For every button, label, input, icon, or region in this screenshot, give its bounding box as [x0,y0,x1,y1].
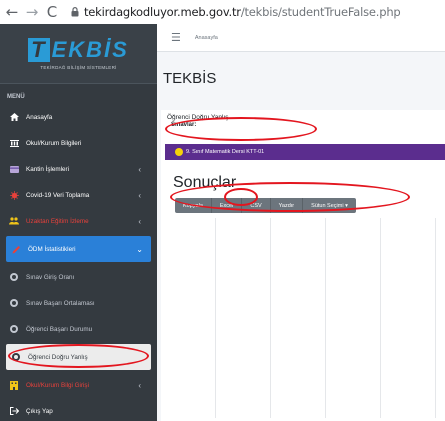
sidebar-item-label: Sınav Başarı Ortalaması [26,299,95,307]
sidebar-item-logout[interactable]: Çıkış Yap [0,398,157,421]
exam-radio-icon [175,148,183,156]
sidebar-item-exam-average[interactable]: Sınav Başarı Ortalaması [0,290,157,316]
building-icon [8,380,20,390]
sidebar-item-label: Öğrenci Başarı Durumu [26,325,93,333]
column-select-button[interactable]: Sütun Seçimi ▾ [303,198,356,213]
hamburger-icon[interactable]: ☰ [171,31,181,44]
people-icon [8,217,20,225]
sidebar-item-exam-entry-rate[interactable]: Sınav Giriş Oranı [0,264,157,290]
table-column-divider [325,218,326,418]
excel-button[interactable]: Excel [212,198,243,213]
sidebar-item-school-data-entry[interactable]: Okul/Kurum Bilgi Girişi ‹ [0,372,157,398]
chevron-down-icon: ⌄ [136,244,143,254]
sidebar-item-odm-statistics[interactable]: ÖDM İstatistikleri ⌄ [6,236,151,262]
chevron-left-icon: ‹ [138,216,141,226]
logo-text: EKBİS [51,37,129,62]
circle-icon [10,273,18,281]
chevron-left-icon: ‹ [138,380,141,390]
menu-header: MENÜ [7,94,25,100]
logout-icon [8,407,20,415]
back-arrow-icon[interactable]: ← [2,0,22,24]
url-host: tekirdagkodluyor.meb.gov.tr [84,5,241,19]
logo[interactable]: T EKBİS TEKİRDAĞ BİLİŞİM SİSTEMLERİ [0,24,157,84]
table-column-divider [380,218,381,418]
virus-icon [8,190,20,200]
content-card: Öğrenci Doğru Yanlış Sınavlar: 9. Sınıf … [161,110,445,421]
sidebar-item-label: Öğrenci Doğru Yanlış [28,353,88,361]
lock-icon[interactable] [68,0,82,24]
chevron-left-icon: ‹ [138,190,141,200]
sidebar-item-label: Uzaktan Eğitim İzleme [26,217,89,225]
sidebar-item-label: Anasayfa [26,113,53,121]
reload-icon[interactable]: C [42,0,62,24]
pencil-icon [10,245,22,254]
card-icon [8,165,20,173]
exam-name: 9. Sınıf Matematik Dersi KTT-01 [186,149,265,155]
circle-icon [12,353,20,361]
url-path: /tekbis/studentTrueFalse.php [240,5,401,19]
sidebar-item-canteen[interactable]: Kantin İşlemleri ‹ [0,156,157,182]
sidebar-item-label: Çıkış Yap [26,407,53,415]
table-column-divider [215,218,216,418]
sidebar-item-label: Kantin İşlemleri [26,165,70,173]
sidebar-item-label: Okul/Kurum Bilgi Girişi [26,381,89,389]
sidebar-item-student-success[interactable]: Öğrenci Başarı Durumu [0,316,157,342]
sidebar-item-label: Covid-19 Veri Toplama [26,191,90,199]
sidebar-item-student-true-false[interactable]: Öğrenci Doğru Yanlış [6,344,151,370]
forward-arrow-icon[interactable]: → [22,0,42,24]
browser-toolbar: ← → C tekirdagkodluyor.meb.gov.tr/tekbis… [0,0,445,24]
sidebar-item-label: Sınav Giriş Oranı [26,273,75,281]
sidebar-item-remote-education[interactable]: Uzaktan Eğitim İzleme ‹ [0,208,157,234]
circle-icon [10,299,18,307]
topbar: ☰ Anasayfa [157,24,445,52]
sidebar-item-school-info[interactable]: Okul/Kurum Bilgileri [0,130,157,156]
results-table [175,218,445,418]
table-column-divider [435,218,436,418]
logo-subtitle: TEKİRDAĞ BİLİŞİM SİSTEMLERİ [40,65,117,70]
print-button[interactable]: Yazdır [271,198,304,213]
copy-button[interactable]: Kopyala [175,198,212,213]
exam-select-item[interactable]: 9. Sınıf Matematik Dersi KTT-01 [165,144,445,160]
sidebar-item-label: Okul/Kurum Bilgileri [26,139,82,147]
exam-label: Sınavlar: [171,122,197,128]
main-content: ☰ Anasayfa TEKBİS Öğrenci Doğru Yanlış S… [157,24,445,421]
csv-button[interactable]: CSV [242,198,271,213]
breadcrumb[interactable]: Anasayfa [195,35,218,41]
sidebar: T EKBİS TEKİRDAĞ BİLİŞİM SİSTEMLERİ MENÜ … [0,24,157,421]
building-icon [8,139,20,147]
results-title: Sonuçlar [173,174,237,191]
table-column-divider [270,218,271,418]
export-button-group: Kopyala Excel CSV Yazdır Sütun Seçimi ▾ [175,198,356,213]
sidebar-item-covid[interactable]: Covid-19 Veri Toplama ‹ [0,182,157,208]
sidebar-item-label: ÖDM İstatistikleri [28,245,76,253]
home-icon [8,113,20,121]
chevron-left-icon: ‹ [138,164,141,174]
address-bar[interactable]: tekirdagkodluyor.meb.gov.tr/tekbis/stude… [84,5,401,19]
sidebar-item-home[interactable]: Anasayfa [0,104,157,130]
section-subtitle: Öğrenci Doğru Yanlış [167,114,229,121]
circle-icon [10,325,18,333]
page-title: TEKBİS [163,70,217,87]
logo-letter: T [28,38,50,62]
